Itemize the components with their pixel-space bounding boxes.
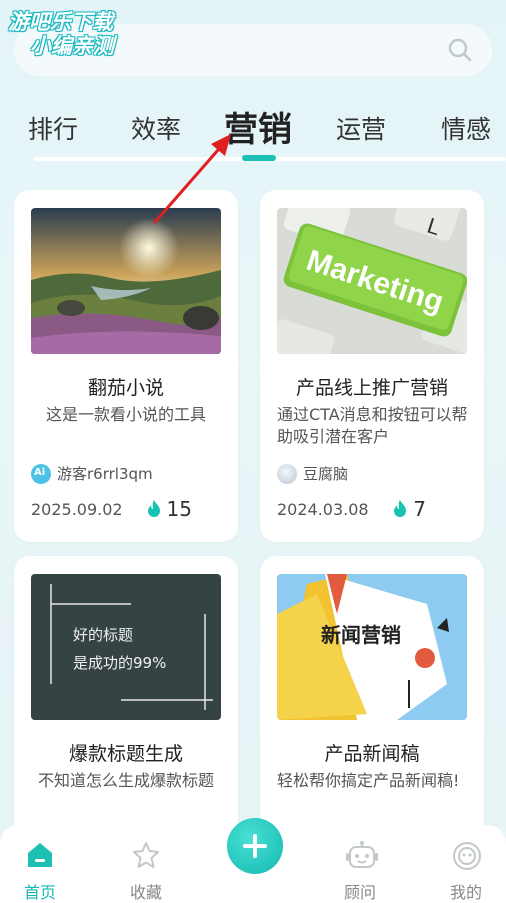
card-image-title-board: 好的标题 是成功的99% [31,574,221,720]
card-date: 2025.09.02 [31,500,123,519]
card-author[interactable]: Ai 游客r6rrl3qm [31,463,153,484]
card-title: 产品线上推广营销 [295,377,448,399]
card-date: 2024.03.08 [277,500,369,519]
flame-icon [394,500,407,517]
tool-card[interactable]: 好的标题 是成功的99% 爆款标题生成 不知道怎么生成爆款标题 [14,556,238,856]
tool-card[interactable]: Marketing L 产品线上推广营销 通过CTA消息和按钮可以帮助吸引潜在客… [260,190,484,542]
nav-home[interactable]: 首页 [0,825,80,903]
star-icon [133,842,159,868]
card-description: 这是一款看小说的工具 [45,405,206,424]
author-name: 豆腐脑 [303,465,349,483]
card-description: 不知道怎么生成爆款标题 [37,771,214,790]
card-description: 轻松帮你搞定产品新闻稿! [277,771,460,790]
tab-emotion[interactable]: 情感 [441,110,491,146]
tab-operations[interactable]: 运营 [336,110,386,146]
card-title: 爆款标题生成 [68,743,183,765]
tab-ranking[interactable]: 排行 [28,110,78,146]
annotation-arrow [153,134,231,224]
create-button[interactable] [227,818,283,874]
svg-text:新闻营销: 新闻营销 [321,623,401,647]
svg-text:好的标题: 好的标题 [73,626,133,644]
tab-indicator [242,155,276,161]
card-hot-count: 15 [147,497,192,521]
author-name: 游客r6rrl3qm [57,465,153,483]
card-hot-count: 7 [393,497,426,521]
card-description: 通过CTA消息和按钮可以帮助吸引潜在客户 [277,405,468,446]
nav-favorites[interactable]: 收藏 [106,825,186,903]
tool-card[interactable]: 翻茄小说 这是一款看小说的工具 Ai 游客r6rrl3qm 2025.09.02… [14,190,238,542]
watermark-logo: 游吧乐下载 小编亲测 [8,10,114,58]
card-image-news-marketing: 新闻营销 [277,574,467,720]
card-title: 翻茄小说 [87,377,164,399]
flame-icon [147,500,160,517]
svg-text:是成功的99%: 是成功的99% [73,654,166,672]
nav-advisor[interactable]: 顾问 [320,825,400,903]
home-icon [28,843,52,867]
card-title: 产品新闻稿 [324,743,420,765]
avatar-icon [277,463,297,484]
card-image-marketing-keyboard: Marketing L [277,208,467,354]
tool-card[interactable]: 新闻营销 产品新闻稿 轻松帮你搞定产品新闻稿! [260,556,484,856]
card-author[interactable]: 豆腐脑 [277,463,348,484]
robot-icon [346,841,378,868]
category-tabs: 排行 效率 营销 运营 情感 [0,96,506,166]
search-icon[interactable] [448,38,472,62]
nav-profile[interactable]: 我的 [426,825,506,903]
profile-icon [453,842,481,870]
ai-avatar-icon: Ai [31,463,51,484]
card-image-landscape [31,208,221,354]
